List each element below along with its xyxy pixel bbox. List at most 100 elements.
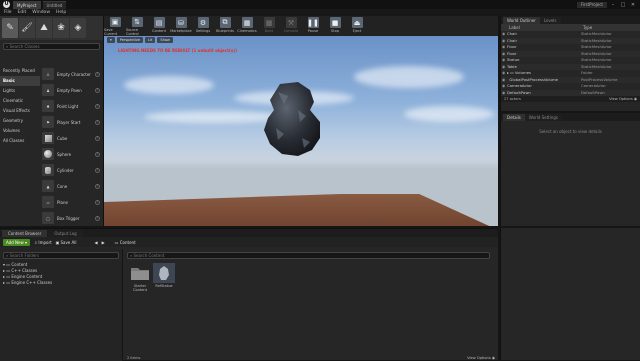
source-control-button[interactable]: ⇅ Source Control: [126, 17, 148, 36]
tab-world-settings[interactable]: World Settings: [524, 114, 563, 121]
tab-content-browser[interactable]: Content Browser: [2, 230, 48, 237]
item-count: 2 items: [127, 356, 141, 360]
breadcrumb[interactable]: ▭ Content: [115, 240, 136, 245]
place-item[interactable]: ▱ Plane?: [41, 194, 103, 210]
category-lights[interactable]: Lights: [0, 86, 40, 96]
menu-window[interactable]: Window: [32, 10, 50, 15]
save-all-button[interactable]: ▣ Save All: [56, 240, 77, 245]
asset-search-input[interactable]: ⌕ Search Content: [127, 252, 490, 259]
level-viewport[interactable]: ▾ Perspective Lit Show LIGHTING NEEDS TO…: [104, 36, 498, 226]
foliage-mode-icon[interactable]: ❀: [53, 18, 69, 38]
category-visual-effects[interactable]: Visual Effects: [0, 106, 40, 116]
place-item[interactable]: ♟ Empty Pawn?: [41, 82, 103, 98]
details-panel: Details World Settings Select an object …: [500, 113, 640, 226]
category-geometry[interactable]: Geometry: [0, 116, 40, 126]
pause-button[interactable]: ❚❚ Pause: [302, 17, 324, 36]
place-mode-icon[interactable]: ✎: [2, 18, 18, 38]
place-item[interactable]: ▲ Cone?: [41, 178, 103, 194]
compile-button[interactable]: ⚒ Compile: [280, 17, 302, 36]
empty-panel-area: [500, 228, 640, 360]
level-tab[interactable]: MyProject: [13, 0, 41, 9]
eject-button[interactable]: ⏏ Eject: [346, 17, 368, 36]
save-current-button[interactable]: ▣ Save Current: [104, 17, 126, 36]
cinematics-button[interactable]: ▦ Cinematics: [236, 17, 258, 36]
viewport-toolbar: ▾ Perspective Lit Show: [104, 36, 498, 44]
content-button[interactable]: ▤ Content: [148, 17, 170, 36]
place-item[interactable]: ⚑ Player Start?: [41, 114, 103, 130]
content-browser-tabs: Content Browser Output Log: [0, 229, 498, 237]
arrow-right-icon: ▶: [101, 239, 105, 245]
place-item[interactable]: Cylinder?: [41, 162, 103, 178]
place-item[interactable]: Sphere?: [41, 146, 103, 162]
show-button[interactable]: Show: [157, 37, 173, 43]
save-icon: ▣: [55, 239, 60, 245]
close-button[interactable]: ✕: [629, 2, 637, 8]
placeable-list: ♙ Empty Character? ♟ Empty Pawn? ✹ Point Li…: [41, 66, 103, 242]
second-tab[interactable]: Untitled: [42, 0, 67, 9]
cylinder-icon: [42, 164, 54, 176]
category-volumes[interactable]: Volumes: [0, 126, 40, 136]
asset-refstatue[interactable]: RefStatue: [152, 263, 176, 288]
minimize-button[interactable]: –: [609, 2, 617, 8]
blueprints-button[interactable]: ⧉ Blueprints: [214, 17, 236, 36]
lit-button[interactable]: Lit: [145, 37, 156, 43]
category-all-classes[interactable]: All Classes: [0, 136, 40, 146]
import-button[interactable]: ⇩ Import: [34, 240, 52, 245]
player-start-icon: ⚑: [42, 116, 54, 128]
paint-mode-icon[interactable]: 🖌: [19, 18, 35, 38]
place-item[interactable]: ▢ Box Trigger?: [41, 210, 103, 226]
pause-icon: ❚❚: [307, 17, 319, 28]
eye-icon: ◉: [491, 356, 495, 360]
viewport-options-icon[interactable]: ▾: [107, 37, 115, 43]
gear-icon: ⚙: [197, 17, 209, 28]
main-toolbar: ▣ Save Current ⇅ Source Control ▤ Content ⛁…: [104, 16, 498, 36]
tab-details[interactable]: Details: [503, 114, 525, 121]
marketplace-button[interactable]: ⛁ Marketplace: [170, 17, 192, 36]
actor-count: 27 actors: [504, 97, 521, 101]
folder-search-input[interactable]: ⌕ Search Folders: [3, 252, 119, 259]
place-item[interactable]: Cube?: [41, 130, 103, 146]
category-cinematic[interactable]: Cinematic: [0, 96, 40, 106]
maximize-button[interactable]: □: [619, 2, 627, 8]
help-icon: ?: [95, 215, 100, 221]
back-button[interactable]: ◀: [95, 240, 98, 245]
tab-levels[interactable]: Levels: [539, 17, 561, 24]
box-trigger-icon: ▢: [42, 212, 54, 224]
landscape-mode-icon[interactable]: ⛰: [36, 18, 52, 38]
build-button[interactable]: ▩ Build: [258, 17, 280, 36]
title-bar: U MyProject Untitled FirstProject – □ ✕: [0, 0, 640, 9]
asset-starter-content[interactable]: Starter Content: [128, 263, 152, 292]
column-label[interactable]: Label: [509, 24, 583, 31]
settings-button[interactable]: ⚙ Settings: [192, 17, 214, 36]
build-icon: ▩: [263, 17, 275, 28]
help-icon: ?: [95, 119, 100, 125]
floor-mesh[interactable]: [104, 194, 498, 226]
view-options-button[interactable]: View Options ◉: [467, 355, 495, 361]
class-search-input[interactable]: ⌕ Search Classes: [3, 43, 100, 50]
light-icon: ✹: [42, 100, 54, 112]
place-item[interactable]: ♙ Empty Character?: [41, 66, 103, 82]
category-recently-placed[interactable]: Recently Placed: [0, 66, 40, 76]
category-basic[interactable]: Basic: [0, 76, 40, 86]
menu-file[interactable]: File: [4, 10, 12, 15]
view-options-button[interactable]: View Options ◉: [609, 96, 637, 102]
menu-edit[interactable]: Edit: [18, 10, 27, 15]
forward-button[interactable]: ▶: [102, 240, 105, 245]
column-type[interactable]: Type: [583, 24, 592, 31]
stop-button[interactable]: ■ Stop: [324, 17, 346, 36]
unreal-logo-icon: U: [3, 1, 10, 8]
tree-item-engine-cpp-classes[interactable]: ▸ ▭ Engine C++ Classes: [3, 280, 122, 286]
help-icon: ?: [95, 183, 100, 189]
tab-output-log[interactable]: Output Log: [48, 230, 83, 237]
pawn-icon: ♟: [42, 84, 54, 96]
film-icon: ▦: [241, 17, 253, 28]
statue-rock-mesh[interactable]: [258, 80, 328, 160]
plane-icon: ▱: [42, 196, 54, 208]
add-new-button[interactable]: Add New ▾: [3, 238, 31, 246]
tab-world-outliner[interactable]: World Outliner: [503, 17, 540, 24]
geometry-mode-icon[interactable]: ◈: [70, 18, 86, 38]
perspective-button[interactable]: Perspective: [116, 37, 144, 43]
menu-help[interactable]: Help: [56, 10, 66, 15]
outliner-footer: 27 actors View Options ◉: [501, 96, 640, 102]
place-item[interactable]: ✹ Point Light?: [41, 98, 103, 114]
